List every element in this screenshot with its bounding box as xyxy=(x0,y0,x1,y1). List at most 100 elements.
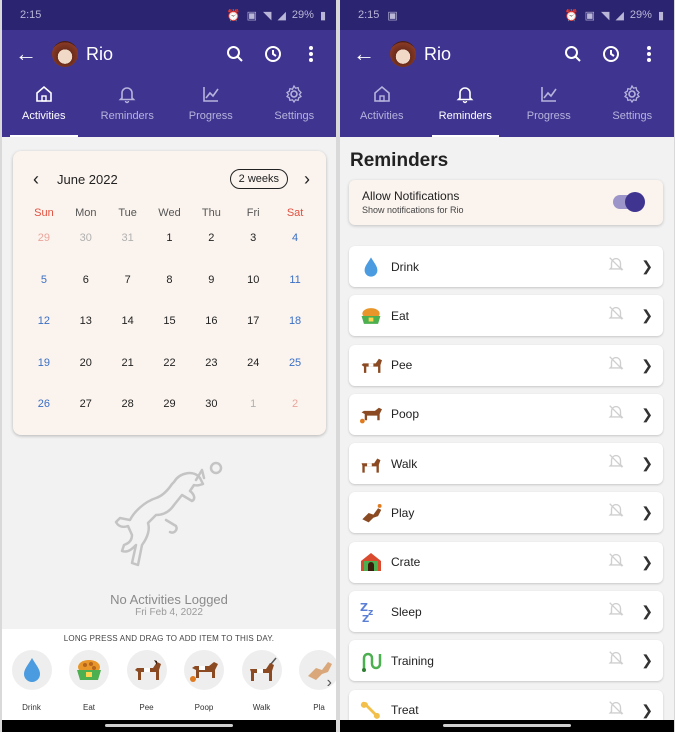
tab-settings[interactable]: Settings xyxy=(591,78,675,137)
tab-settings[interactable]: Settings xyxy=(253,78,337,137)
bell-off-icon[interactable] xyxy=(607,403,625,426)
calendar-day[interactable]: 11 xyxy=(274,271,316,313)
reminder-row-pee[interactable]: Pee ❯ xyxy=(349,344,663,386)
pet-name[interactable]: Rio xyxy=(424,44,554,65)
pet-name[interactable]: Rio xyxy=(86,44,216,65)
calendar-day[interactable]: 27 xyxy=(65,395,107,437)
calendar-day[interactable]: 13 xyxy=(65,312,107,354)
reminder-row-walk[interactable]: Walk ❯ xyxy=(349,443,663,485)
bell-off-icon[interactable] xyxy=(607,255,625,278)
reminder-label: Training xyxy=(391,653,434,668)
tray-item-eat[interactable]: Eat xyxy=(68,650,111,712)
bell-off-icon[interactable] xyxy=(607,699,625,722)
tray-item-drink[interactable]: Drink xyxy=(10,650,53,712)
range-toggle-button[interactable]: 2 weeks xyxy=(229,169,288,189)
calendar-day[interactable]: 7 xyxy=(107,271,149,313)
reminder-row-poop[interactable]: Poop ❯ xyxy=(349,393,663,435)
search-button[interactable] xyxy=(216,35,254,73)
back-button[interactable]: ← xyxy=(350,43,378,65)
calendar-day[interactable]: 22 xyxy=(149,354,191,396)
calendar-day[interactable]: 4 xyxy=(274,229,316,271)
bell-off-icon[interactable] xyxy=(607,600,625,623)
calendar-day[interactable]: 30 xyxy=(190,395,232,437)
reminder-row-eat[interactable]: Eat ❯ xyxy=(349,295,663,337)
tray-item-poop[interactable]: Poop xyxy=(183,650,226,712)
calendar-day[interactable]: 8 xyxy=(149,271,191,313)
bell-off-icon[interactable] xyxy=(607,649,625,672)
tray-scroll-right-button[interactable]: › xyxy=(327,674,332,692)
pet-avatar[interactable] xyxy=(390,41,416,67)
tab-label: Settings xyxy=(274,110,315,122)
calendar-grid: Sun Mon Tue Wed Thu Fri Sat 29 30 31 1 2 3 4 5 6 7 8 9 10 11… xyxy=(13,207,326,437)
calendar-day[interactable]: 2 xyxy=(274,395,316,437)
overflow-menu-button[interactable] xyxy=(630,35,668,73)
tab-progress[interactable]: Progress xyxy=(169,78,253,137)
prev-month-button[interactable]: ‹ xyxy=(33,169,39,190)
next-month-button[interactable]: › xyxy=(304,169,310,190)
allow-notifications-toggle[interactable] xyxy=(613,192,645,212)
calendar-day[interactable]: 5 xyxy=(23,271,65,313)
empty-state-date: Fri Feb 4, 2022 xyxy=(135,607,203,618)
calendar-day[interactable]: 23 xyxy=(190,354,232,396)
bell-off-icon[interactable] xyxy=(607,354,625,377)
tab-activities[interactable]: Activities xyxy=(2,78,86,137)
tray-item-pee[interactable]: Pee xyxy=(125,650,168,712)
calendar-day[interactable]: 30 xyxy=(65,229,107,271)
reminder-row-drink[interactable]: Drink ❯ xyxy=(349,246,663,287)
calendar-day[interactable]: 24 xyxy=(232,354,274,396)
history-button[interactable] xyxy=(254,35,292,73)
bell-off-icon[interactable] xyxy=(607,304,625,327)
tray-item-walk[interactable]: Walk xyxy=(240,650,283,712)
tab-reminders[interactable]: Reminders xyxy=(86,78,170,137)
reminder-row-play[interactable]: Play ❯ xyxy=(349,492,663,534)
calendar-day[interactable]: 2 xyxy=(190,229,232,271)
bell-off-icon[interactable] xyxy=(607,501,625,524)
calendar-day[interactable]: 29 xyxy=(23,229,65,271)
tab-activities[interactable]: Activities xyxy=(340,78,424,137)
calendar-day[interactable]: 25 xyxy=(274,354,316,396)
bell-icon xyxy=(456,87,474,104)
calendar-day[interactable]: 9 xyxy=(190,271,232,313)
calendar-day[interactable]: 18 xyxy=(274,312,316,354)
history-button[interactable] xyxy=(592,35,630,73)
back-button[interactable]: ← xyxy=(12,43,40,65)
calendar-day[interactable]: 26 xyxy=(23,395,65,437)
calendar-day[interactable]: 10 xyxy=(232,271,274,313)
calendar-day[interactable]: 6 xyxy=(65,271,107,313)
calendar-day[interactable]: 1 xyxy=(149,229,191,271)
pet-avatar[interactable] xyxy=(52,41,78,67)
reminder-row-training[interactable]: Training ❯ xyxy=(349,640,663,682)
calendar-day[interactable]: 1 xyxy=(232,395,274,437)
reminder-type-icon xyxy=(359,550,383,574)
bell-off-icon[interactable] xyxy=(607,551,625,574)
more-vert-icon xyxy=(309,46,313,62)
activity-tray: LONG PRESS AND DRAG TO ADD ITEM TO THIS … xyxy=(2,629,336,724)
calendar-day[interactable]: 12 xyxy=(23,312,65,354)
calendar-day[interactable]: 15 xyxy=(149,312,191,354)
dog-play-icon xyxy=(362,503,382,523)
tab-label: Activities xyxy=(22,110,66,122)
calendar-day[interactable]: 17 xyxy=(232,312,274,354)
battery-icon: ▮ xyxy=(657,9,664,22)
calendar-day[interactable]: 28 xyxy=(107,395,149,437)
search-button[interactable] xyxy=(554,35,592,73)
calendar-day[interactable]: 16 xyxy=(190,312,232,354)
tab-progress[interactable]: Progress xyxy=(507,78,591,137)
calendar-day[interactable]: 29 xyxy=(149,395,191,437)
calendar-day[interactable]: 21 xyxy=(107,354,149,396)
calendar-day[interactable]: 19 xyxy=(23,354,65,396)
bell-off-icon[interactable] xyxy=(607,452,625,475)
overflow-menu-button[interactable] xyxy=(292,35,330,73)
home-icon xyxy=(35,85,52,102)
calendar-day[interactable]: 3 xyxy=(232,229,274,271)
reminder-row-crate[interactable]: Crate ❯ xyxy=(349,541,663,583)
calendar-day[interactable]: 31 xyxy=(107,229,149,271)
activities-screen: 2:15 ⏰ ▣ ◥ ◢ 29% ▮ ← Rio Activities Remi… xyxy=(2,0,336,732)
calendar-day[interactable]: 14 xyxy=(107,312,149,354)
reminder-label: Pee xyxy=(391,358,413,373)
calendar-day[interactable]: 20 xyxy=(65,354,107,396)
tab-reminders[interactable]: Reminders xyxy=(424,78,508,137)
allow-notifications-card[interactable]: Allow Notifications Show notifications f… xyxy=(349,180,663,225)
food-bowl-icon xyxy=(361,307,381,324)
reminder-row-sleep[interactable]: Zz Z Sleep ❯ xyxy=(349,591,663,633)
